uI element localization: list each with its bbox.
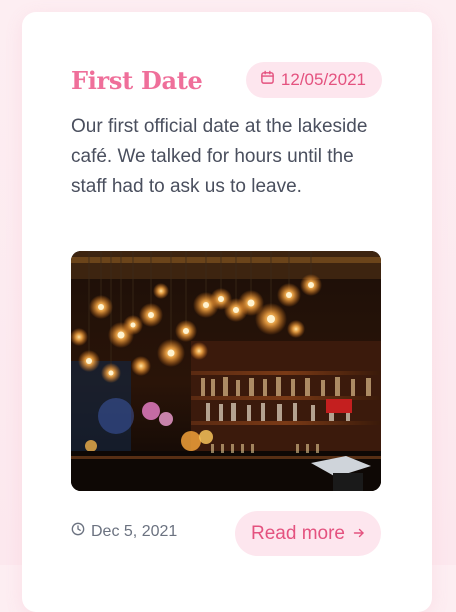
date-badge: 12/05/2021 [245, 62, 382, 98]
read-more-label: Read more [251, 522, 345, 544]
clock-icon [71, 522, 85, 541]
arrow-right-icon [353, 523, 365, 545]
cafe-photo [71, 251, 381, 491]
footer-date-text: Dec 5, 2021 [91, 522, 178, 540]
card-title: First Date [71, 65, 203, 95]
calendar-icon [260, 70, 275, 90]
date-badge-text: 12/05/2021 [280, 70, 366, 89]
memory-card: First Date 12/05/2021 Our first official… [22, 12, 432, 612]
card-header: First Date 12/05/2021 [71, 60, 382, 100]
read-more-button[interactable]: Read more [235, 511, 381, 556]
card-description: Our first official date at the lakeside … [71, 116, 368, 197]
footer-date: Dec 5, 2021 [71, 522, 177, 541]
